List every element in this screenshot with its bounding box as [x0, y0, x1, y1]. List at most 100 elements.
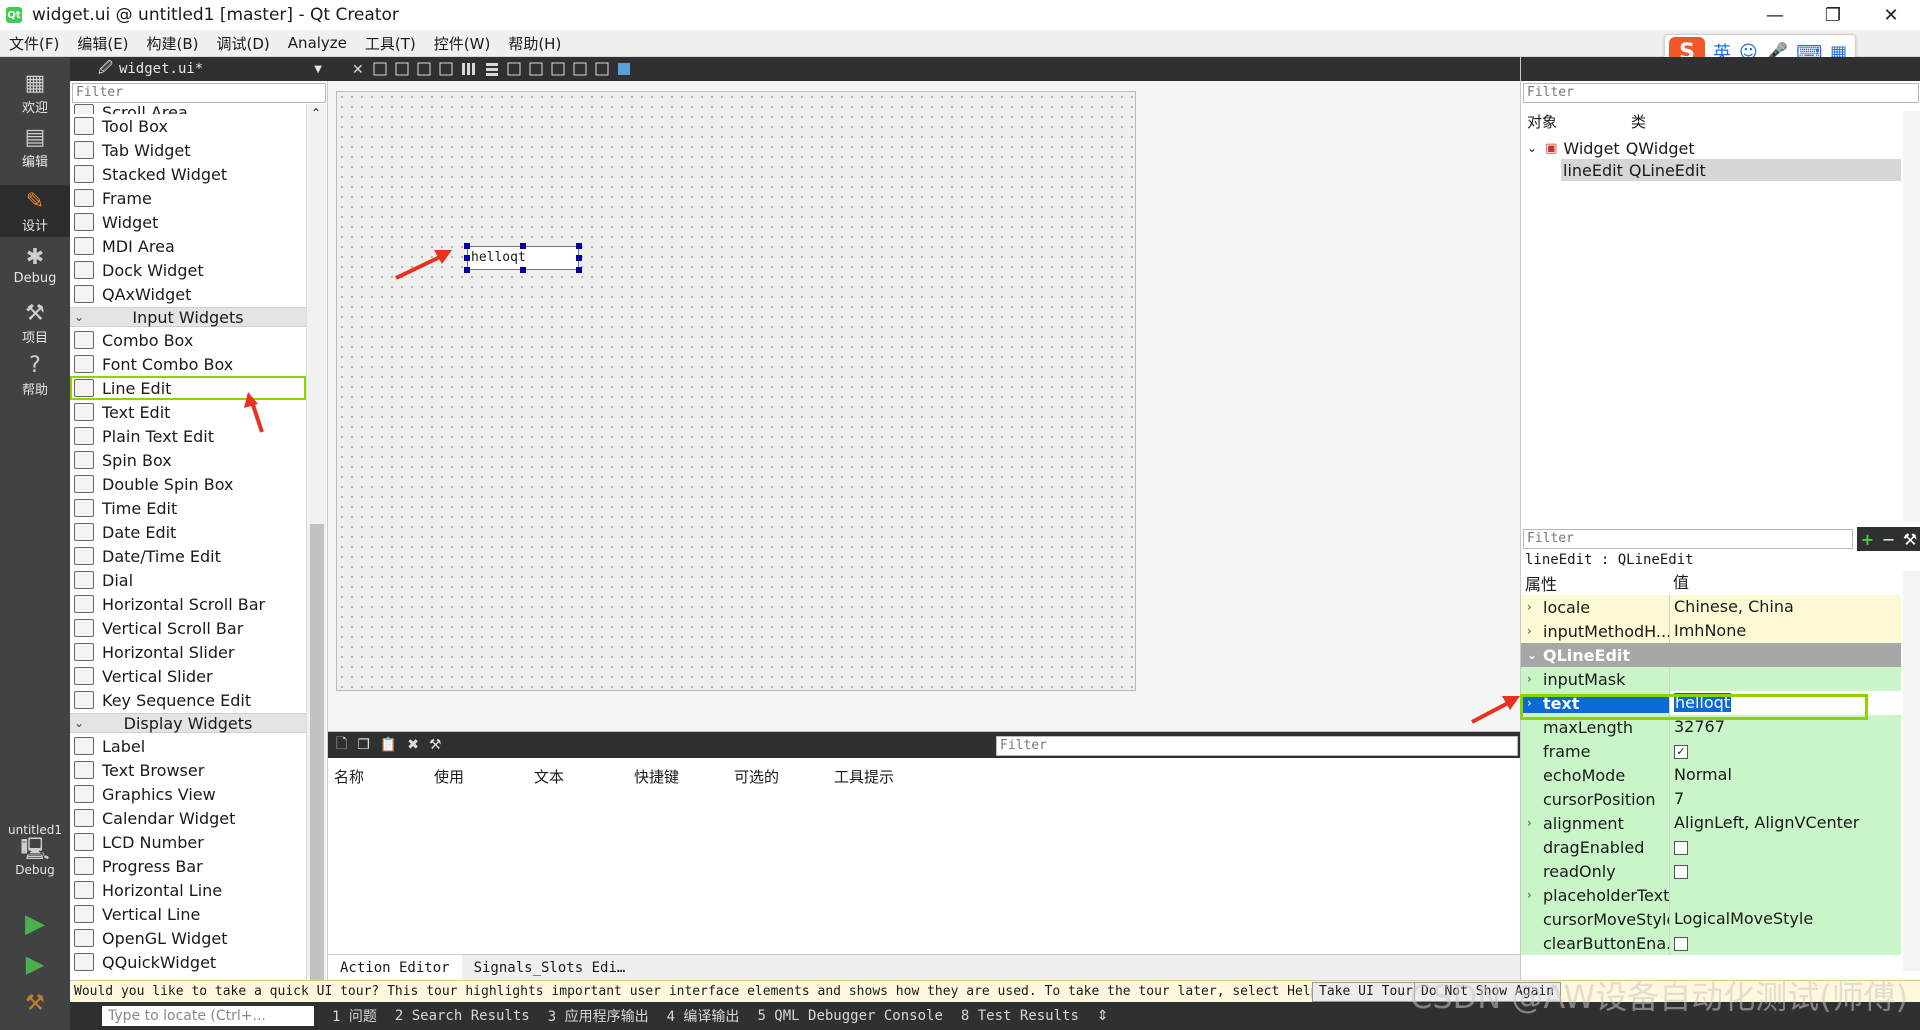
widget-item-spin-box[interactable]: Spin Box: [70, 448, 306, 472]
widget-item-progress-bar[interactable]: Progress Bar: [70, 854, 306, 878]
property-row-cursorposition[interactable]: cursorPosition 7: [1521, 787, 1901, 811]
expand-arrow-icon[interactable]: ›: [1527, 624, 1532, 638]
expand-arrow-icon[interactable]: ⌄: [1527, 141, 1537, 155]
delete-action-icon[interactable]: ✖: [407, 737, 419, 753]
resize-handle[interactable]: [576, 267, 582, 273]
close-button[interactable]: ✕: [1862, 0, 1920, 30]
widget-box-scrollbar[interactable]: ⌃ ⌄: [306, 104, 326, 1012]
menu-tools[interactable]: 工具(T): [356, 33, 425, 54]
mode-welcome[interactable]: ▦ 欢迎: [0, 71, 70, 121]
property-filter-input[interactable]: Filter: [1523, 529, 1853, 549]
output-pane-search-results[interactable]: 2 Search Results: [395, 1008, 530, 1024]
property-value[interactable]: 32767: [1669, 715, 1901, 739]
take-ui-tour-button[interactable]: Take UI Tour: [1312, 982, 1420, 1002]
scrollbar-thumb[interactable]: [310, 524, 324, 994]
paste-action-icon[interactable]: 📋: [380, 737, 397, 753]
property-row-readonly[interactable]: readOnly: [1521, 859, 1901, 883]
widget-item-qaxwidget[interactable]: QAxWidget: [70, 282, 306, 306]
property-row-placeholdertext[interactable]: placeholderText ›: [1521, 883, 1901, 907]
scroll-up-icon[interactable]: ⌃: [311, 106, 321, 120]
property-value[interactable]: [1669, 931, 1901, 955]
expand-arrow-icon[interactable]: ›: [1527, 672, 1532, 686]
configure-icon[interactable]: ⚒: [1903, 530, 1917, 549]
category-display-widgets[interactable]: ⌄ Display Widgets: [70, 713, 306, 733]
property-value[interactable]: [1669, 883, 1901, 907]
menu-file[interactable]: 文件(F): [0, 33, 68, 54]
object-filter-input[interactable]: Filter: [1523, 83, 1919, 103]
output-pane-test-results[interactable]: 8 Test Results: [961, 1008, 1079, 1024]
widget-item-stacked-widget[interactable]: Stacked Widget: [70, 162, 306, 186]
category-input-widgets[interactable]: ⌄ Input Widgets: [70, 307, 306, 327]
editor-tab-name[interactable]: widget.ui*: [119, 61, 203, 77]
remove-property-icon[interactable]: −: [1882, 530, 1895, 549]
mode-edit[interactable]: ▤ 编辑: [0, 125, 70, 175]
column-header[interactable]: 类: [1625, 111, 1646, 135]
widget-item-double-spin-box[interactable]: Double Spin Box: [70, 472, 306, 496]
property-row-inputmask[interactable]: inputMask ›: [1521, 667, 1901, 691]
widget-item-date-time-edit[interactable]: Date/Time Edit: [70, 544, 306, 568]
widget-item-label[interactable]: Label: [70, 734, 306, 758]
mode-projects[interactable]: ⚒ 项目: [0, 301, 70, 351]
column-header[interactable]: 使用: [428, 766, 528, 788]
widget-item-dial[interactable]: Dial: [70, 568, 306, 592]
property-value[interactable]: 7: [1669, 787, 1901, 811]
column-header[interactable]: 值: [1669, 571, 1901, 595]
property-editor-scrollbar[interactable]: [1903, 571, 1920, 971]
column-header[interactable]: 文本: [528, 766, 628, 788]
property-value[interactable]: [1669, 835, 1901, 859]
property-value[interactable]: Chinese, China: [1669, 595, 1901, 619]
resize-handle[interactable]: [520, 267, 526, 273]
object-row-lineedit[interactable]: lineEdit QLineEdit: [1561, 159, 1901, 181]
debug-run-button[interactable]: ▶: [0, 951, 70, 987]
property-value[interactable]: ✓: [1669, 739, 1901, 763]
widget-item-tab-widget[interactable]: Tab Widget: [70, 138, 306, 162]
object-inspector-scrollbar[interactable]: [1903, 111, 1920, 521]
property-row-echomode[interactable]: echoMode Normal: [1521, 763, 1901, 787]
property-text-value[interactable]: helloqt: [1674, 693, 1732, 712]
property-section-qlineedit[interactable]: ⌄ QLineEdit: [1521, 643, 1901, 667]
object-row-widget[interactable]: ⌄ ▣ Widget QWidget: [1521, 137, 1901, 159]
widget-item-date-edit[interactable]: Date Edit: [70, 520, 306, 544]
widget-item-horizontal-slider[interactable]: Horizontal Slider: [70, 640, 306, 664]
resize-handle[interactable]: [464, 243, 470, 249]
menu-edit[interactable]: 编辑(E): [68, 33, 137, 54]
widget-item-time-edit[interactable]: Time Edit: [70, 496, 306, 520]
output-pane-application-output[interactable]: 3 应用程序输出: [548, 1006, 649, 1026]
menu-build[interactable]: 构建(B): [138, 33, 208, 54]
resize-handle[interactable]: [464, 267, 470, 273]
property-value[interactable]: Normal: [1669, 763, 1901, 787]
column-header[interactable]: 快捷键: [628, 766, 728, 788]
property-row-cursormovestyle[interactable]: cursorMoveStyle LogicalMoveStyle: [1521, 907, 1901, 931]
minimize-button[interactable]: —: [1746, 0, 1804, 30]
property-row-text[interactable]: text › helloqt: [1521, 691, 1901, 715]
expand-arrow-icon[interactable]: ›: [1527, 600, 1532, 614]
widget-item-frame[interactable]: Frame: [70, 186, 306, 210]
add-property-icon[interactable]: +: [1861, 530, 1874, 549]
property-value[interactable]: [1669, 667, 1901, 691]
copy-action-icon[interactable]: ❐: [357, 737, 370, 753]
property-row-inputmethodh[interactable]: inputMethodH... › ImhNone: [1521, 619, 1901, 643]
widget-item-dock-widget[interactable]: Dock Widget: [70, 258, 306, 282]
column-header[interactable]: 对象: [1521, 111, 1625, 135]
column-header[interactable]: 名称: [328, 766, 428, 788]
widget-item-mdi-area[interactable]: MDI Area: [70, 234, 306, 258]
resize-handle[interactable]: [464, 255, 470, 261]
widget-item-horizontal-line[interactable]: Horizontal Line: [70, 878, 306, 902]
layout-tools-icons[interactable]: ✕: [328, 57, 1520, 81]
locator-input[interactable]: Type to locate (Ctrl+...: [102, 1006, 314, 1026]
widget-item-calendar-widget[interactable]: Calendar Widget: [70, 806, 306, 830]
maximize-button[interactable]: ❐: [1804, 0, 1862, 30]
property-row-dragenabled[interactable]: dragEnabled: [1521, 835, 1901, 859]
kit-selector[interactable]: untitled1 🖳 Debug: [0, 823, 70, 891]
widget-item-vertical-line[interactable]: Vertical Line: [70, 902, 306, 926]
run-button[interactable]: ▶: [0, 911, 70, 947]
widget-item-opengl-widget[interactable]: OpenGL Widget: [70, 926, 306, 950]
mode-design[interactable]: ✎ 设计: [0, 185, 70, 237]
widget-item-combo-box[interactable]: Combo Box: [70, 328, 306, 352]
property-row-clearbuttonena[interactable]: clearButtonEna...: [1521, 931, 1901, 955]
widget-filter-input[interactable]: Filter: [72, 83, 326, 103]
do-not-show-again-button[interactable]: Do Not Show Again: [1414, 982, 1562, 1002]
new-action-icon[interactable]: 🗋: [336, 733, 347, 757]
menu-widgets[interactable]: 控件(W): [425, 33, 500, 54]
widget-item-graphics-view[interactable]: Graphics View: [70, 782, 306, 806]
